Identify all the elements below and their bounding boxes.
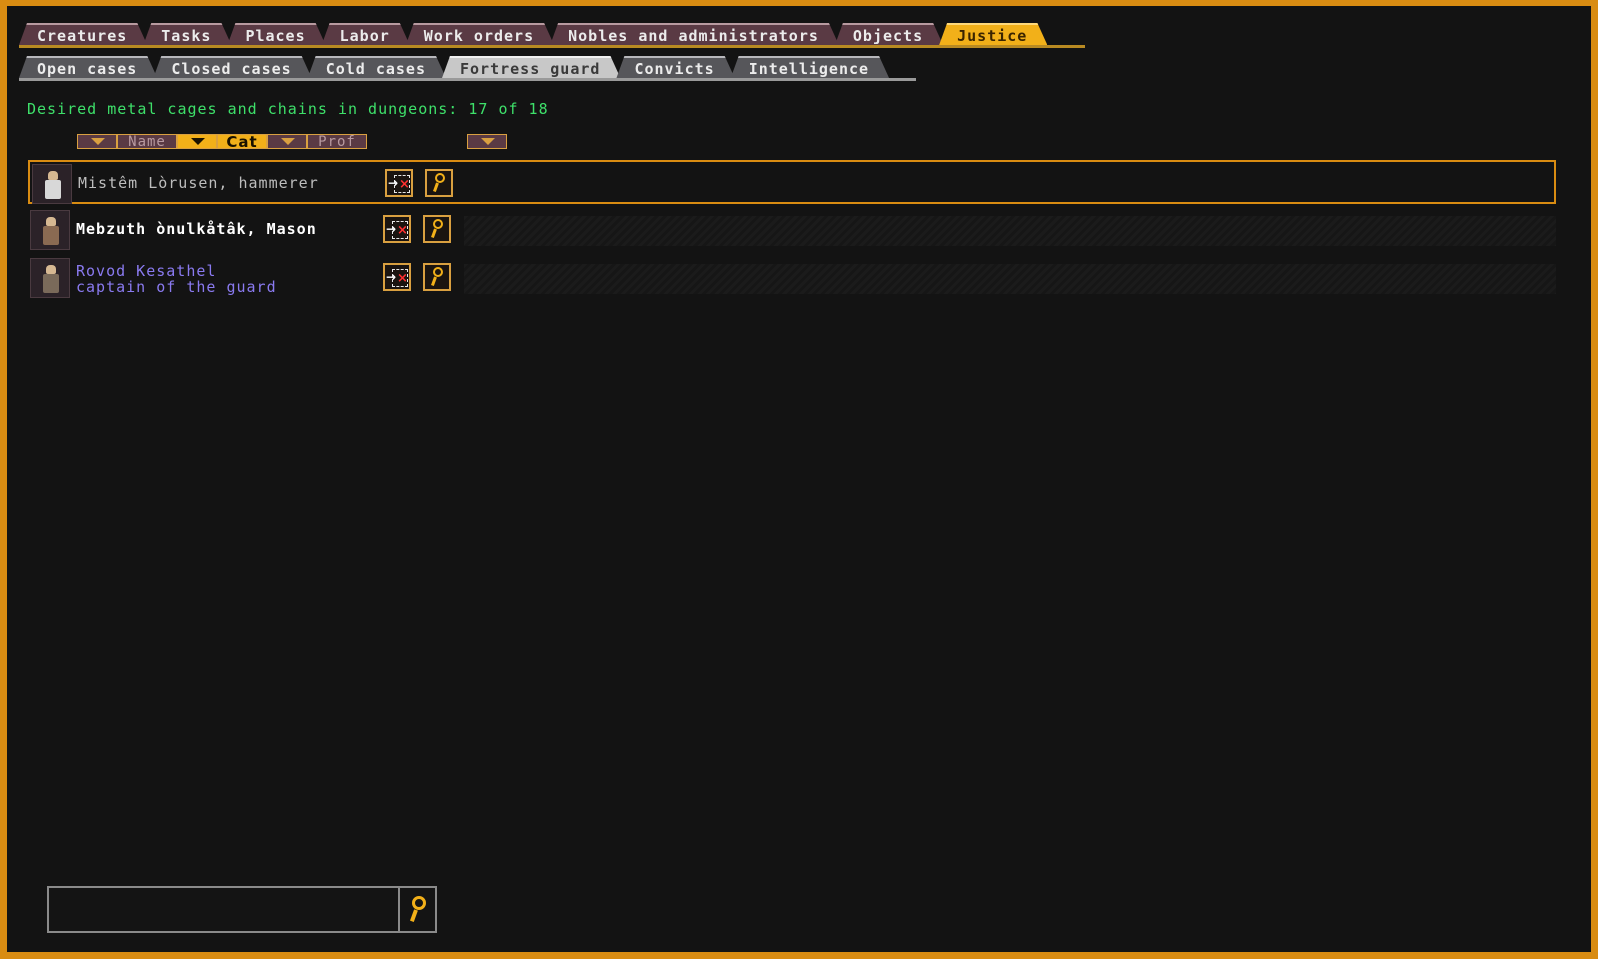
tab-justice[interactable]: Justice [939, 23, 1047, 45]
guard-row[interactable]: Mistêm Lòrusen, hammerer → × [28, 160, 1556, 204]
guard-name-line: Rovod Kesathel [76, 262, 217, 280]
red-x-icon: × [397, 223, 408, 238]
dwarf-portrait-icon [30, 258, 70, 298]
view-unit-button[interactable] [425, 169, 453, 197]
cage-chain-status: Desired metal cages and chains in dungeo… [27, 100, 549, 118]
arrow-right-icon: → [386, 270, 397, 284]
window-frame: Creatures Tasks Places Labor Work orders… [0, 0, 1598, 959]
red-x-icon: × [399, 177, 410, 192]
tab-label: Tasks [161, 27, 212, 45]
tab-label: Work orders [423, 27, 535, 45]
tab-label: Creatures [37, 27, 128, 45]
remove-from-guard-button[interactable]: → × [383, 215, 411, 243]
tab-places[interactable]: Places [227, 23, 325, 45]
red-x-icon: × [397, 271, 408, 286]
guard-name: Rovod Kesathel captain of the guard [76, 263, 277, 295]
arrow-right-icon: → [388, 176, 399, 190]
sort-prof-label[interactable]: Prof [307, 134, 367, 149]
tab-label: Labor [339, 27, 390, 45]
tab-creatures[interactable]: Creatures [19, 23, 147, 45]
sort-name-label[interactable]: Name [117, 134, 177, 149]
tab-label: Convicts [634, 60, 715, 78]
search-box [47, 886, 437, 933]
guard-name: Mistêm Lòrusen, hammerer [78, 174, 319, 192]
extra-sort [467, 134, 507, 149]
tab-label: Cold cases [325, 60, 426, 78]
tab-fortress-guard[interactable]: Fortress guard [442, 56, 620, 78]
tab-closed-cases[interactable]: Closed cases [153, 56, 311, 78]
extra-sort-dropdown[interactable] [467, 134, 507, 149]
row-stripe [464, 216, 1556, 246]
tab-label: Closed cases [171, 60, 292, 78]
guard-row[interactable]: Mebzuth ònulkåtâk, Mason → × [28, 208, 1556, 252]
tab-objects[interactable]: Objects [835, 23, 943, 45]
tab-open-cases[interactable]: Open cases [19, 56, 157, 78]
sort-prof-dropdown[interactable] [267, 134, 307, 149]
tab-label: Open cases [37, 60, 138, 78]
guard-name: Mebzuth ònulkåtâk, Mason [76, 220, 317, 238]
tab-label: Nobles and administrators [568, 27, 819, 45]
tab-cold-cases[interactable]: Cold cases [308, 56, 446, 78]
tab-label: Places [245, 27, 306, 45]
sort-name-dropdown[interactable] [77, 134, 117, 149]
arrow-right-icon: → [386, 222, 397, 236]
tab-work-orders[interactable]: Work orders [406, 23, 554, 45]
dwarf-portrait-icon [30, 210, 70, 250]
sort-cat-dropdown[interactable] [177, 134, 217, 149]
tab-labor[interactable]: Labor [322, 23, 410, 45]
guard-position-line: captain of the guard [76, 278, 277, 296]
search-button[interactable] [402, 888, 435, 931]
remove-from-guard-button[interactable]: → × [385, 169, 413, 197]
tab-label: Justice [957, 27, 1028, 45]
top-tab-bar: Creatures Tasks Places Labor Work orders… [19, 23, 1043, 47]
tab-tasks[interactable]: Tasks [143, 23, 231, 45]
row-stripe [464, 264, 1556, 294]
view-unit-button[interactable] [423, 263, 451, 291]
sort-bar: Name Cat Prof [77, 134, 367, 149]
tab-label: Intelligence [748, 60, 870, 78]
tab-nobles[interactable]: Nobles and administrators [550, 23, 839, 45]
top-tab-underline [19, 45, 1085, 48]
search-input[interactable] [49, 888, 400, 931]
guard-row[interactable]: Rovod Kesathel captain of the guard → × [28, 256, 1556, 300]
view-unit-button[interactable] [423, 215, 451, 243]
sub-tab-bar: Open cases Closed cases Cold cases Fortr… [19, 56, 885, 80]
tab-label: Objects [852, 27, 924, 45]
sub-tab-underline [19, 78, 916, 81]
tab-intelligence[interactable]: Intelligence [731, 56, 889, 78]
sort-cat-label[interactable]: Cat [217, 134, 267, 149]
tab-convicts[interactable]: Convicts [616, 56, 734, 78]
dwarf-portrait-icon [32, 164, 72, 204]
remove-from-guard-button[interactable]: → × [383, 263, 411, 291]
tab-label: Fortress guard [460, 60, 601, 78]
